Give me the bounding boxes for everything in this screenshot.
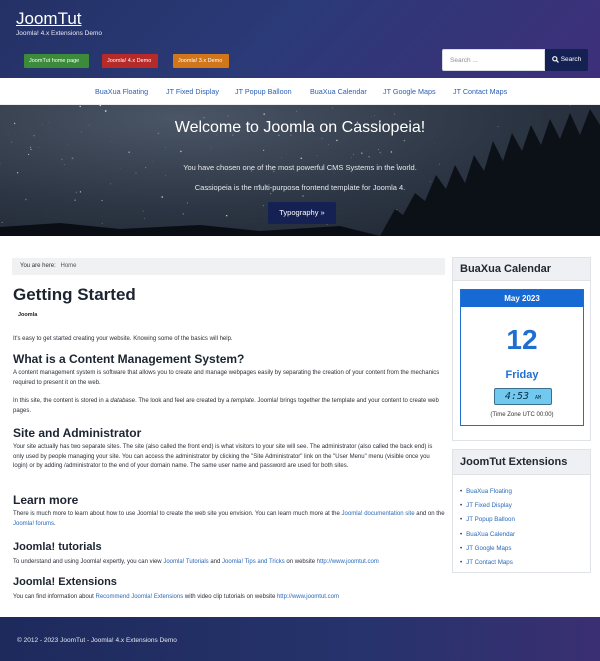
extension-link-jt-contact-maps[interactable]: JT Contact Maps [460, 559, 515, 573]
calendar-weekday: Friday [505, 369, 539, 381]
search-input[interactable]: Search ... [442, 49, 545, 71]
search-button-label: Search [560, 56, 582, 63]
joomtut-website-link-2[interactable]: http://www.joomtut.com [277, 594, 339, 600]
tutorials-paragraph: To understand and using Joomla! expertly… [13, 558, 445, 568]
banner-text-1: You have chosen one of the most powerful… [183, 163, 417, 172]
cms-paragraph-1: A content management system is software … [13, 370, 440, 386]
breadcrumb: You are here: Home [12, 258, 445, 275]
footer-copyright: © 2012 - 2023 JoomTut - Joomla! 4.x Exte… [17, 637, 177, 644]
banner-title: Welcome to Joomla on Cassiopeia! [174, 119, 426, 136]
hero-banner: Welcome to Joomla on Cassiopeia! You hav… [0, 105, 600, 236]
breadcrumb-home: Home [60, 263, 77, 269]
site-title-link[interactable]: JoomTut [16, 9, 82, 29]
calendar-module: BuaXua Calendar May 2023 12 Friday 4:53 … [452, 257, 591, 441]
site-footer: © 2012 - 2023 JoomTut - Joomla! 4.x Exte… [0, 617, 600, 661]
joomtut-website-link[interactable]: http://www.joomtut.com [317, 559, 379, 565]
search-button[interactable]: Search [545, 49, 588, 71]
intro-text: It's easy to get started creating your w… [13, 336, 233, 342]
nav-item-buaxua-calendar[interactable]: BuaXua Calendar [310, 87, 367, 96]
extensions-module-heading: JoomTut Extensions [453, 450, 590, 475]
page-title: Getting Started [13, 285, 136, 304]
main-menu: BuaXua Floating JT Fixed Display JT Popu… [0, 78, 600, 105]
text: and [208, 559, 223, 565]
text: In this site, the content is stored in a [13, 398, 111, 404]
extension-link-buaxua-calendar[interactable]: BuaXua Calendar [460, 531, 515, 545]
extensions-list: BuaXua Floating JT Fixed Display JT Popu… [460, 488, 515, 573]
nav-item-buaxua-floating[interactable]: BuaXua Floating [95, 87, 148, 96]
extension-link-buaxua-floating[interactable]: BuaXua Floating [460, 488, 515, 502]
extensions-module: JoomTut Extensions BuaXua Floating JT Fi… [452, 449, 591, 573]
calendar-day: 12 [506, 324, 538, 355]
admin-paragraph: Your site actually has two separate site… [13, 444, 433, 470]
site-header: JoomTut Joomla! 4.x Extensions Demo Joom… [0, 0, 600, 78]
digital-clock: 4:53 AM [494, 388, 552, 405]
clock-ampm: AM [535, 395, 542, 401]
text: There is much more to learn about how to… [13, 511, 342, 517]
text: . [54, 520, 56, 527]
extension-link-jt-fixed-display[interactable]: JT Fixed Display [460, 502, 515, 516]
text: You can find information about [13, 594, 96, 600]
extensions-paragraph: You can find information about Recommend… [13, 593, 445, 603]
text: and on the [414, 511, 445, 517]
learn-paragraph: There is much more to learn about how to… [13, 510, 445, 529]
joomla-tips-link[interactable]: Joomla! Tips and Tricks [222, 559, 285, 565]
text: . The look and feel are created by a [135, 398, 232, 404]
joomtut-home-button[interactable]: JoomTut home page [24, 54, 89, 68]
joomla3-demo-button[interactable]: Joomla! 3.x Demo [173, 54, 229, 68]
clock-time: 4:53 [504, 391, 530, 402]
calendar-widget: May 2023 12 Friday 4:53 AM (Time Zone UT… [460, 289, 584, 426]
site-description: Joomla! 4.x Extensions Demo [16, 30, 102, 37]
joomla-docs-link[interactable]: Joomla! documentation site [342, 511, 415, 517]
joomla4-demo-button[interactable]: Joomla! 4.x Demo [102, 54, 158, 68]
cms-paragraph-2: In this site, the content is stored in a… [13, 397, 445, 416]
joomla-forums-link[interactable]: Joomla! forums [13, 521, 54, 527]
article-category[interactable]: Joomla [18, 312, 37, 318]
cms-heading: What is a Content Management System? [13, 352, 245, 366]
banner-text-2: Cassiopeia is the multi-purpose frontend… [194, 183, 406, 192]
nav-item-jt-contact-maps[interactable]: JT Contact Maps [453, 87, 507, 96]
joomla-tutorials-link[interactable]: Joomla! Tutorials [163, 559, 208, 565]
calendar-timezone: (Time Zone UTC 00:00) [490, 412, 554, 418]
breadcrumb-label: You are here: [20, 263, 56, 269]
typography-button[interactable]: Typography » [268, 202, 336, 224]
search-icon [551, 55, 559, 63]
extension-link-jt-popup-balloon[interactable]: JT Popup Balloon [460, 516, 515, 530]
text: To understand and using Joomla! expertly… [13, 559, 164, 565]
text: template [231, 398, 255, 404]
text: with video clip tutorials on website [183, 594, 277, 600]
nav-item-jt-google-maps[interactable]: JT Google Maps [383, 87, 436, 96]
text: database [110, 398, 136, 404]
text: on website [284, 559, 317, 565]
extensions-heading: Joomla! Extensions [13, 576, 117, 588]
tutorials-heading: Joomla! tutorials [13, 541, 102, 553]
recommend-extensions-link[interactable]: Recommend Joomla! Extensions [96, 594, 184, 600]
calendar-heading: BuaXua Calendar [453, 258, 590, 281]
learn-heading: Learn more [13, 493, 79, 507]
nav-item-jt-fixed-display[interactable]: JT Fixed Display [166, 87, 219, 96]
nav-item-jt-popup-balloon[interactable]: JT Popup Balloon [235, 87, 292, 96]
extension-link-jt-google-maps[interactable]: JT Google Maps [460, 545, 515, 559]
admin-heading: Site and Administrator [13, 426, 142, 440]
calendar-month: May 2023 [461, 290, 583, 307]
